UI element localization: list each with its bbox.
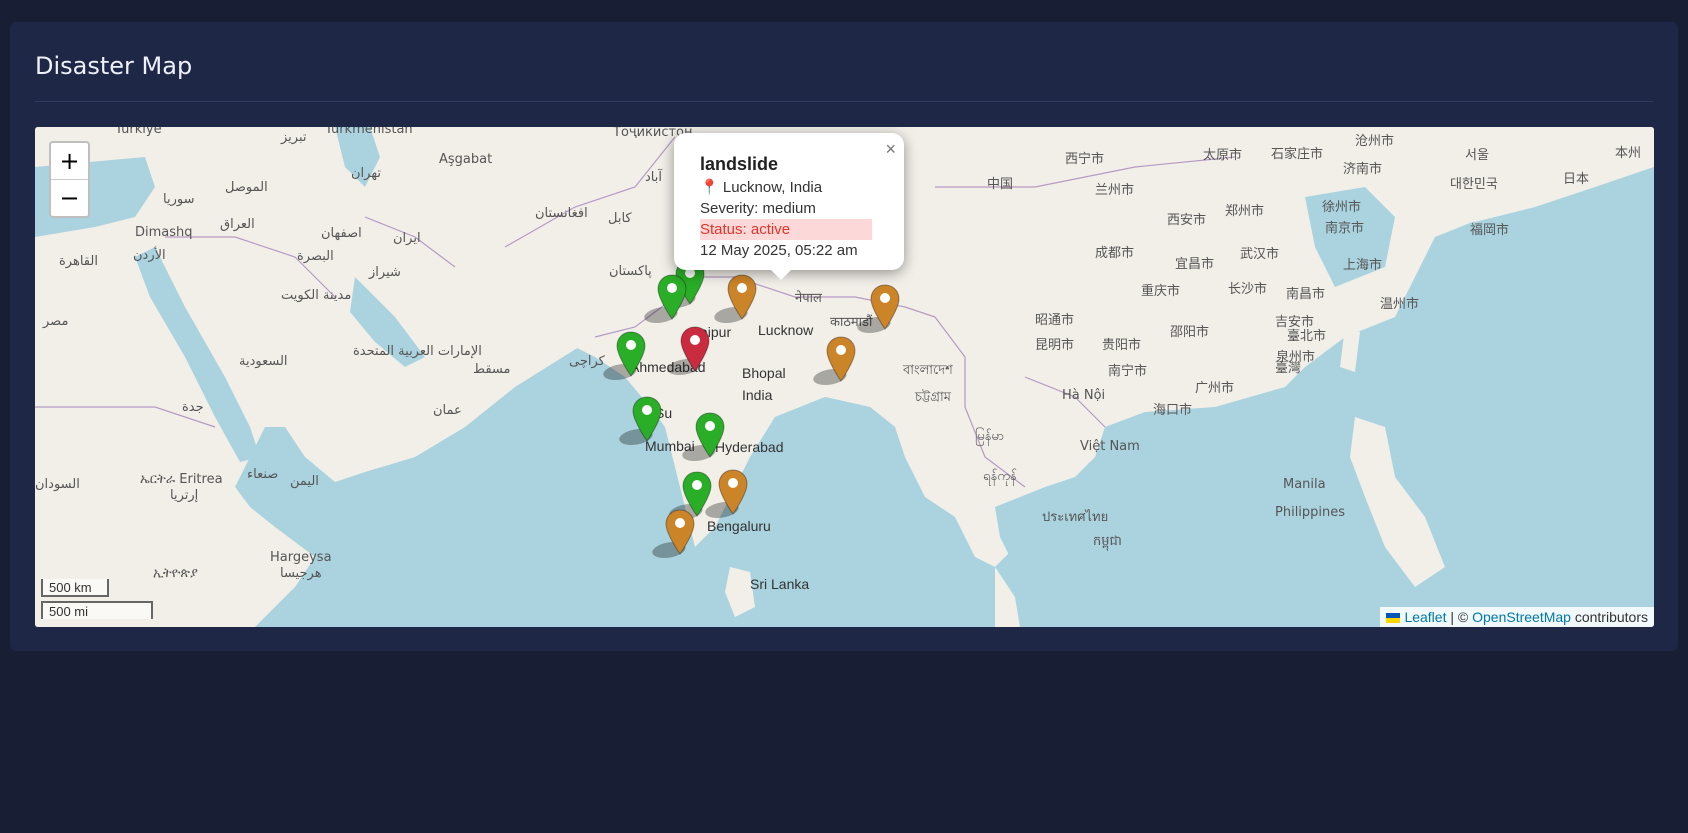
attribution: Leaflet | © OpenStreetMap contributors bbox=[1380, 607, 1654, 627]
location-pin-icon: 📍 bbox=[700, 179, 719, 196]
marker-lucknow[interactable] bbox=[710, 274, 757, 323]
zoom-out-button[interactable]: − bbox=[51, 180, 88, 216]
marker-popup: × landslide 📍 Lucknow, India Severity: m… bbox=[674, 133, 904, 280]
popup-title: landslide bbox=[700, 154, 779, 174]
popup-status: Status: active bbox=[700, 219, 872, 240]
marker-hyderabad[interactable] bbox=[678, 412, 725, 461]
popup-severity: Severity: medium bbox=[700, 200, 816, 217]
marker-ahmedabad[interactable] bbox=[599, 331, 646, 380]
popup-location: 📍 Lucknow, India bbox=[700, 177, 872, 198]
scale-metric-label: 500 km bbox=[41, 579, 109, 597]
popup-location-text: Lucknow, India bbox=[722, 179, 823, 196]
marker-jaipur[interactable] bbox=[640, 274, 687, 323]
ukraine-flag-icon bbox=[1386, 613, 1401, 623]
scale-imperial: 500 mi bbox=[41, 601, 153, 619]
openstreetmap-link[interactable]: OpenStreetMap bbox=[1472, 609, 1571, 625]
marker-kerala[interactable] bbox=[648, 509, 695, 558]
map-container[interactable]: Türkiye Turkmenistan Тоҷикистон تبریز Aş… bbox=[35, 127, 1654, 627]
attribution-separator: | © bbox=[1450, 609, 1469, 625]
marker-mumbai[interactable] bbox=[615, 396, 662, 445]
scale-imperial-label: 500 mi bbox=[41, 601, 153, 619]
attribution-suffix: contributors bbox=[1574, 609, 1648, 625]
leaflet-link[interactable]: Leaflet bbox=[1404, 609, 1446, 625]
page-title: Disaster Map bbox=[35, 52, 193, 80]
disaster-map-card: Disaster Map Türkiye Turkmenistan Тоҷики… bbox=[10, 22, 1678, 651]
popup-date: 12 May 2025, 05:22 am bbox=[700, 242, 858, 259]
scale-metric: 500 km bbox=[41, 579, 109, 597]
title-divider bbox=[35, 101, 1653, 102]
zoom-in-button[interactable]: + bbox=[51, 143, 88, 180]
marker-bhopal[interactable] bbox=[663, 326, 710, 375]
marker-assam[interactable] bbox=[853, 284, 900, 333]
zoom-control: + − bbox=[49, 141, 90, 218]
popup-close-button[interactable]: × bbox=[885, 139, 896, 160]
marker-kolkata[interactable] bbox=[809, 336, 856, 385]
